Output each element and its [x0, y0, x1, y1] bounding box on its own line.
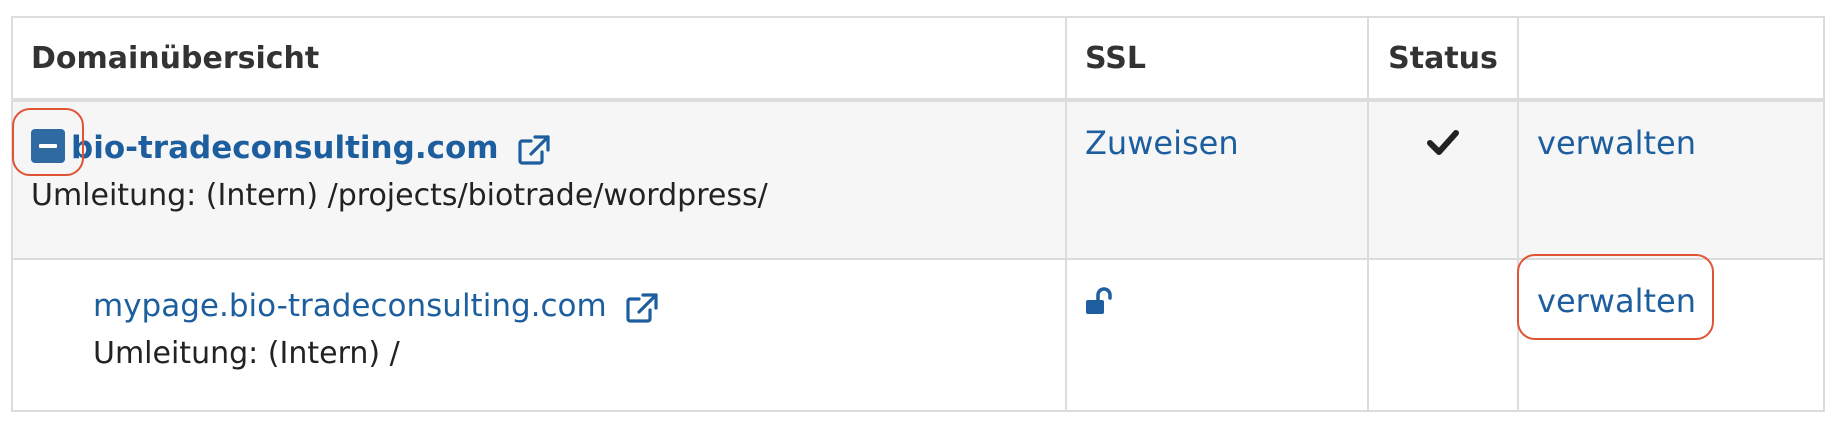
- toggle-highlight-annotation: [12, 108, 84, 176]
- table-header-row: Domainübersicht SSL Status: [11, 16, 1825, 102]
- domain-cell: bio-tradeconsulting.com Umleitung: (Inte…: [11, 99, 1067, 260]
- manage-link[interactable]: verwalten: [1537, 124, 1696, 162]
- column-header-status: Status: [1367, 16, 1519, 102]
- domain-link[interactable]: bio-tradeconsulting.com: [71, 130, 499, 166]
- external-link-icon[interactable]: [625, 292, 659, 324]
- actions-cell: verwalten: [1517, 99, 1825, 260]
- status-cell: [1367, 99, 1519, 260]
- external-link-icon[interactable]: [517, 134, 551, 166]
- assign-ssl-link[interactable]: Zuweisen: [1085, 124, 1239, 162]
- ssl-cell: [1065, 258, 1369, 412]
- status-cell: [1367, 258, 1519, 412]
- column-header-ssl: SSL: [1065, 16, 1369, 102]
- column-header-domain: Domainübersicht: [11, 16, 1067, 102]
- redirect-info: Umleitung: (Intern) /projects/biotrade/w…: [31, 178, 768, 213]
- domain-table-wrapper: Domainübersicht SSL Status bio-tradecons…: [11, 16, 1825, 412]
- subdomain-link[interactable]: mypage.bio-tradeconsulting.com: [93, 288, 607, 324]
- domain-line: bio-tradeconsulting.com: [31, 129, 1047, 166]
- ssl-cell: Zuweisen: [1065, 99, 1369, 260]
- redirect-info: Umleitung: (Intern) /: [93, 336, 400, 371]
- domain-overview-table: Domainübersicht SSL Status bio-tradecons…: [11, 16, 1825, 412]
- table-row: bio-tradeconsulting.com Umleitung: (Inte…: [11, 99, 1825, 260]
- checkmark-icon: [1427, 128, 1459, 156]
- unlock-icon[interactable]: [1085, 286, 1113, 318]
- domain-cell: mypage.bio-tradeconsulting.com Umleitung…: [11, 258, 1067, 412]
- column-header-actions: [1517, 16, 1825, 102]
- manage-highlight-annotation: [1517, 254, 1714, 340]
- domain-line: mypage.bio-tradeconsulting.com: [93, 288, 1047, 324]
